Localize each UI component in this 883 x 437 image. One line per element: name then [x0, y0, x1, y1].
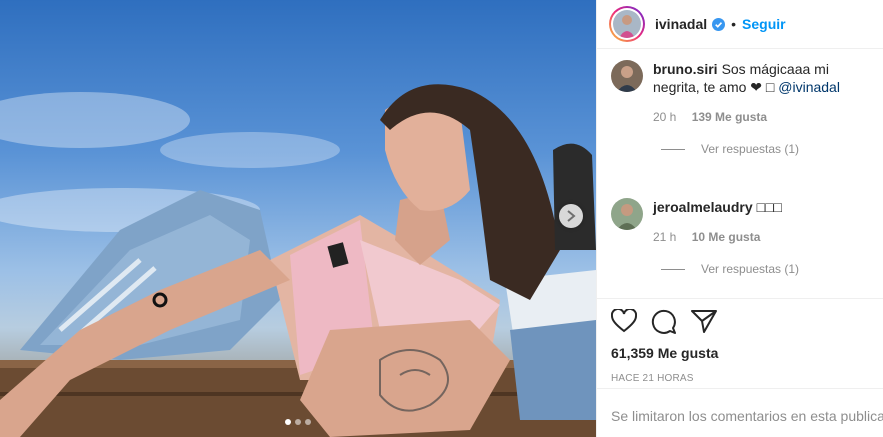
comment-likes[interactable]: 139 Me gusta: [692, 110, 767, 124]
comment-likes[interactable]: 10 Me gusta: [692, 230, 761, 244]
avatar: [613, 10, 641, 38]
comment-text: jeroalmelaudry □□□: [653, 198, 872, 216]
post-likes-count[interactable]: 61,359 Me gusta: [597, 335, 883, 361]
comments-list: bruno.siri Sos mágicaaa mi negrita, te am…: [597, 60, 883, 296]
carousel-dot: [305, 419, 311, 425]
view-replies-button[interactable]: Ver respuestas (1): [653, 262, 872, 276]
commenter-avatar[interactable]: [611, 198, 643, 230]
commenter-avatar[interactable]: [611, 60, 643, 92]
view-replies-label: Ver respuestas (1): [701, 142, 800, 156]
view-replies-label: Ver respuestas (1): [701, 262, 800, 276]
carousel-indicator: [0, 419, 596, 425]
action-icons: [597, 299, 883, 335]
comment-username[interactable]: jeroalmelaudry: [653, 199, 753, 215]
replies-divider: [661, 148, 685, 150]
comment-icon[interactable]: [651, 309, 677, 335]
comment-item: jeroalmelaudry □□□ 21 h 10 Me gusta Ver r…: [597, 198, 883, 276]
comment-item: bruno.siri Sos mágicaaa mi negrita, te am…: [597, 60, 883, 184]
follow-button[interactable]: Seguir: [742, 16, 786, 32]
comment-age: 20 h: [653, 110, 677, 124]
mention-link[interactable]: @ivinadal: [778, 79, 840, 95]
next-photo-button[interactable]: [559, 204, 583, 228]
post-side-panel: ivinadal • Seguir bruno.siri Sos mágicaaa…: [596, 0, 883, 437]
post-actions: 61,359 Me gusta HACE 21 HORAS: [597, 298, 883, 384]
author-avatar[interactable]: [609, 6, 645, 42]
separator-bullet: •: [731, 16, 737, 32]
comment-meta: 20 h 139 Me gusta: [653, 110, 872, 124]
carousel-dot: [285, 419, 291, 425]
comment-age: 21 h: [653, 230, 677, 244]
share-icon[interactable]: [691, 309, 717, 335]
post-header: ivinadal • Seguir: [597, 0, 883, 49]
post-timestamp[interactable]: HACE 21 HORAS: [597, 361, 883, 384]
comment-body: □□□: [756, 199, 782, 215]
verified-badge-icon: [712, 17, 726, 31]
carousel-dot: [295, 419, 301, 425]
comment-emoji: □: [765, 79, 775, 95]
view-replies-button[interactable]: Ver respuestas (1): [653, 142, 872, 156]
post-photo[interactable]: [0, 0, 596, 437]
photo-scene: [0, 84, 596, 437]
comment-meta: 21 h 10 Me gusta: [653, 230, 872, 244]
author-username[interactable]: ivinadal: [655, 16, 707, 32]
comment-username[interactable]: bruno.siri: [653, 61, 718, 77]
heart-icon[interactable]: [611, 309, 637, 335]
chevron-right-icon: [567, 210, 576, 222]
comment-text: bruno.siri Sos mágicaaa mi negrita, te am…: [653, 60, 872, 96]
comments-limited-notice: Se limitaron los comentarios en esta pub…: [597, 388, 883, 437]
replies-divider: [661, 268, 685, 270]
